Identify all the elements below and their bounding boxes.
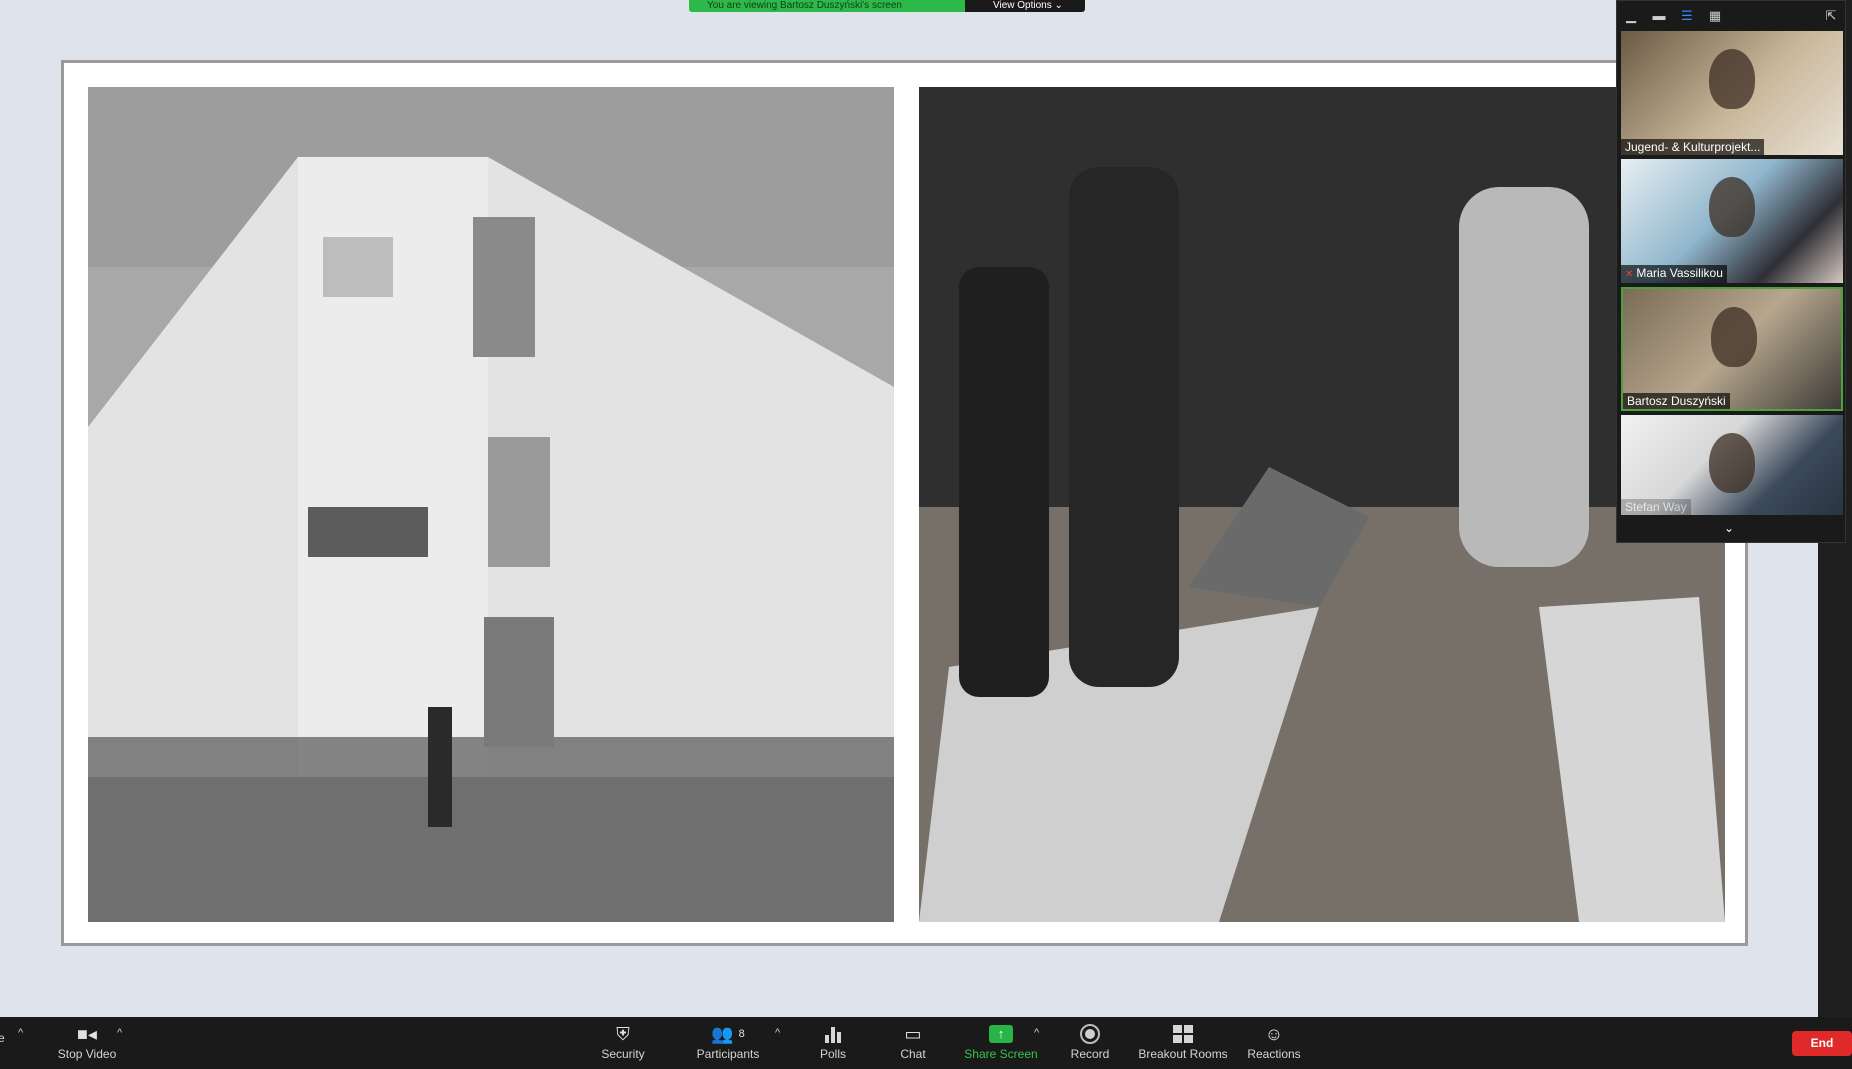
share-options-caret[interactable]: ^: [1034, 1027, 1039, 1039]
active-speaker-view-icon[interactable]: ☰: [1679, 8, 1695, 24]
stop-video-label: Stop Video: [57, 1047, 117, 1061]
breakout-rooms-label: Breakout Rooms: [1138, 1047, 1228, 1061]
audio-fragment[interactable]: e: [0, 1029, 5, 1069]
record-icon: [1080, 1023, 1100, 1045]
participant-name-label: ✕ Maria Vassilikou: [1621, 265, 1727, 283]
participants-count: 8: [738, 1028, 745, 1040]
polls-button[interactable]: Polls: [815, 1023, 851, 1065]
participant-name: Maria Vassilikou: [1636, 266, 1723, 280]
video-panel: ▁ ▬ ☰ ▦ ⇱ Jugend- & Kulturprojekt... ✕ Ma…: [1616, 0, 1846, 543]
participant-tile[interactable]: Jugend- & Kulturprojekt...: [1621, 31, 1843, 155]
screen-share-banner: You are viewing Bartosz Duszyński's scre…: [689, 0, 1085, 12]
participant-tile[interactable]: Stefan Way: [1621, 415, 1843, 515]
muted-mic-icon: ✕: [1625, 269, 1634, 280]
smiley-icon: ☺: [1264, 1024, 1284, 1044]
slide-photo-funeral: [919, 87, 1725, 922]
participants-icon: 👥 8: [711, 1024, 745, 1044]
participant-name: Stefan Way: [1621, 499, 1691, 515]
viewing-screen-label: You are viewing Bartosz Duszyński's scre…: [689, 0, 965, 12]
participant-tile[interactable]: ✕ Maria Vassilikou: [1621, 159, 1843, 283]
chat-label: Chat: [900, 1047, 926, 1061]
exit-panel-icon[interactable]: ⇱: [1823, 8, 1839, 24]
chat-button[interactable]: ▭ Chat: [896, 1023, 930, 1065]
participants-label: Participants: [696, 1047, 760, 1061]
participant-video: [1711, 307, 1757, 367]
audio-fragment-label: e: [0, 1031, 5, 1045]
participant-video: [1709, 49, 1755, 109]
security-label: Security: [601, 1047, 645, 1061]
video-panel-header: ▁ ▬ ☰ ▦ ⇱: [1617, 1, 1845, 31]
participant-name: Jugend- & Kulturprojekt...: [1621, 139, 1765, 155]
video-options-caret[interactable]: ^: [117, 1027, 122, 1039]
shield-icon: ⛨: [616, 1024, 630, 1044]
share-screen-icon: ↑: [989, 1023, 1013, 1045]
audio-options-caret[interactable]: ^: [18, 1027, 23, 1039]
end-meeting-button[interactable]: End: [1792, 1031, 1852, 1056]
reactions-label: Reactions: [1247, 1047, 1301, 1061]
reactions-button[interactable]: ☺ Reactions: [1247, 1023, 1301, 1065]
share-screen-button[interactable]: ↑ Share Screen: [964, 1023, 1038, 1065]
participants-options-caret[interactable]: ^: [775, 1027, 780, 1039]
gallery-view-icon[interactable]: ▦: [1707, 8, 1723, 24]
stop-video-button[interactable]: ■◂ Stop Video: [52, 1023, 122, 1065]
breakout-rooms-icon: [1173, 1023, 1193, 1045]
participant-video: [1709, 177, 1755, 237]
chevron-down-icon[interactable]: ⌄: [1724, 521, 1734, 535]
record-button[interactable]: Record: [1069, 1023, 1111, 1065]
view-options-button[interactable]: View Options ⌄: [965, 0, 1085, 12]
chat-bubble-icon: ▭: [904, 1024, 922, 1044]
slide-photo-building: [88, 87, 894, 922]
participant-video: [1709, 433, 1755, 493]
share-screen-label: Share Screen: [964, 1047, 1038, 1061]
breakout-rooms-button[interactable]: Breakout Rooms: [1137, 1023, 1229, 1065]
polls-label: Polls: [819, 1047, 846, 1061]
minimize-icon[interactable]: ▁: [1623, 8, 1639, 24]
polls-icon: [825, 1023, 841, 1045]
hide-video-icon[interactable]: ▬: [1651, 8, 1667, 24]
participant-name: Bartosz Duszyński: [1623, 393, 1730, 409]
video-camera-icon: ■◂: [77, 1024, 97, 1044]
record-label: Record: [1070, 1047, 1110, 1061]
shared-screen-slide: [61, 60, 1748, 946]
security-button[interactable]: ⛨ Security: [597, 1023, 649, 1065]
meeting-toolbar: e ^ ■◂ Stop Video ^ ⛨ Security 👥 8 Partic…: [0, 1017, 1852, 1069]
participant-tile-active-speaker[interactable]: Bartosz Duszyński: [1621, 287, 1843, 411]
participants-button[interactable]: 👥 8 Participants: [692, 1023, 764, 1065]
